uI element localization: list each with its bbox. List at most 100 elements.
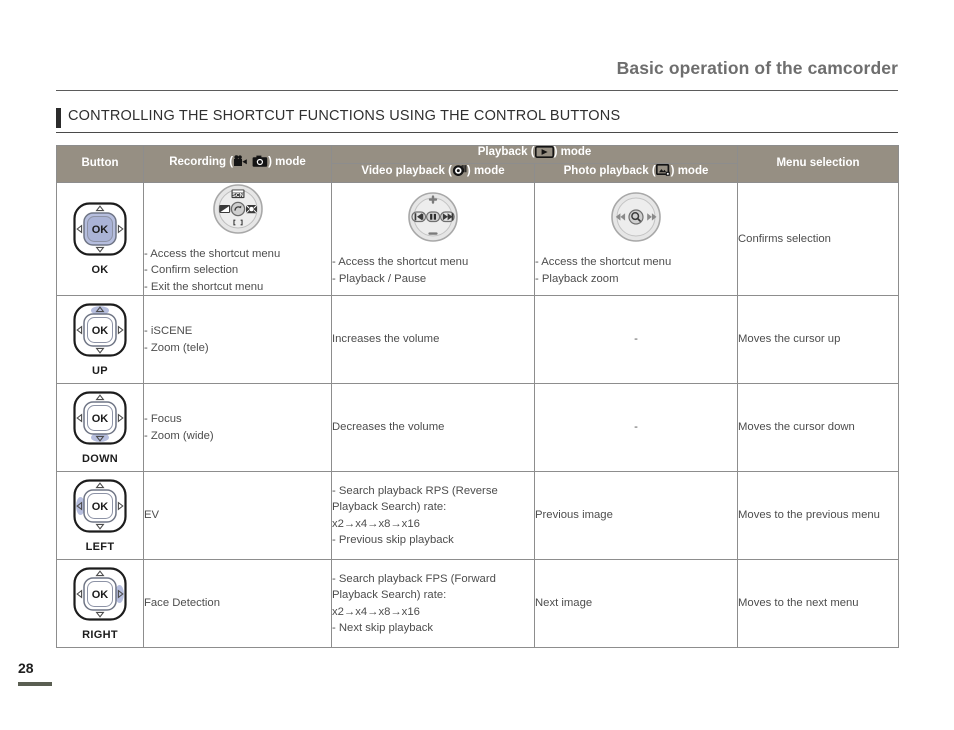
cell-text: EV [144,509,160,522]
video-playback-icon [452,164,467,180]
table-row: OK OK SCN - Access the shortcut menu - C… [56,181,900,297]
cell-recording: - Focus - Zoom (wide) [143,383,332,473]
svg-text:OK: OK [92,224,109,236]
section-title: CONTROLLING THE SHORTCUT FUNCTIONS USING… [68,108,621,124]
cell-text: - Access the shortcut menu - Playback zo… [535,256,672,285]
header-photo-playback-pre: Photo playback ( [563,164,656,177]
cell-menu_selection: Moves to the next menu [737,559,900,649]
table-body: OK OK SCN - Access the shortcut menu - C… [56,181,900,649]
header-photo-playback-mode: Photo playback ( ) mode [533,162,739,183]
header-recording-post: ) mode [268,155,306,168]
svg-text:OK: OK [92,589,109,601]
cell-photo_playback: Next image [533,559,739,649]
cell-text: - Access the shortcut menu - Confirm sel… [144,247,281,293]
cell-video_playback: - Search playback RPS (Reverse Playback … [331,471,535,561]
button-dial-cell-right: OK RIGHT [56,559,144,649]
button-name-label: OK [91,264,109,277]
movie-camera-icon [233,155,249,171]
cell-recording: Face Detection [143,559,332,649]
cell-video_playback: Increases the volume [331,295,535,385]
cell-text: Moves to the previous menu [738,509,880,522]
control-dial-ok-right-icon: OK [57,566,143,627]
cell-video_playback: - Access the shortcut menu - Playback / … [331,181,535,297]
cell-text: - Search playback RPS (Reverse Playback … [332,484,498,546]
cell-text: - Focus - Zoom (wide) [144,413,214,442]
header-recording-pre: Recording ( [169,155,234,168]
header-video-playback-mode: Video playback ( ) mode [331,162,535,183]
cell-text: - [634,333,638,346]
cell-video_playback: Decreases the volume [331,383,535,473]
header-playback-pre: Playback ( [477,146,535,158]
header-button: Button [56,145,144,183]
cell-text: Confirms selection [738,232,831,245]
button-dial-cell-down: OK DOWN [56,383,144,473]
button-dial-cell-ok: OK OK [56,181,144,297]
cell-text: - Search playback FPS (Forward Playback … [332,572,496,634]
cell-menu_selection: Confirms selection [737,181,900,297]
svg-text:OK: OK [92,325,109,337]
cell-video_playback: - Search playback FPS (Forward Playback … [331,559,535,649]
section-rule [56,132,898,133]
cell-menu_selection: Moves the cursor down [737,383,900,473]
cell-text: Moves the cursor up [738,333,841,346]
cell-menu_selection: Moves the cursor up [737,295,900,385]
cell-recording: - iSCENE - Zoom (tele) [143,295,332,385]
table-row: OK UP - iSCENE - Zoom (tele) Increases the… [56,295,900,385]
cell-recording: EV [143,471,332,561]
video-shortcut-dial-icon [332,191,534,248]
button-name-label: LEFT [85,541,115,554]
cell-menu_selection: Moves to the previous menu [737,471,900,561]
manual-page: Basic operation of the camcorder CONTROL… [0,0,954,730]
shortcut-functions-table: Button Recording ( ) mode Playback ( ) mod… [56,145,900,649]
control-dial-ok-center-icon: OK [57,201,143,262]
header-video-playback-pre: Video playback ( [361,164,452,177]
svg-text:OK: OK [92,413,109,425]
cell-photo_playback: Previous image [533,471,739,561]
cell-text: - [634,421,638,434]
running-head: Basic operation of the camcorder [616,58,898,78]
cell-text: Previous image [535,509,613,522]
cell-text: Next image [535,597,593,610]
section-accent-bar [56,108,61,128]
button-name-label: UP [92,365,108,378]
header-video-playback-post: ) mode [466,164,505,177]
control-dial-ok-up-icon: OK [57,302,143,363]
running-head-rule [56,90,898,91]
cell-text: Increases the volume [332,333,440,346]
button-name-label: RIGHT [82,629,118,642]
photo-shortcut-dial-icon [535,191,737,248]
header-photo-playback-post: ) mode [670,164,709,177]
table-row: OK RIGHT Face Detection - Search playback… [56,559,900,649]
still-camera-icon [252,155,268,171]
svg-text:OK: OK [92,501,109,513]
photo-playback-icon [655,163,671,180]
cell-text: Moves the cursor down [738,421,855,434]
svg-text:SCN: SCN [232,193,243,199]
play-mode-icon [534,146,554,161]
table-header-row-1: Button Recording ( ) mode Playback ( ) mod… [56,145,900,183]
table-row: OK LEFT EV - Search playback RPS (Reverse… [56,471,900,561]
cell-text: - iSCENE - Zoom (tele) [144,325,209,354]
button-dial-cell-up: OK UP [56,295,144,385]
button-dial-cell-left: OK LEFT [56,471,144,561]
section-heading: CONTROLLING THE SHORTCUT FUNCTIONS USING… [56,108,898,132]
header-recording-mode: Recording ( ) mode [143,145,332,183]
cell-photo_playback: - [533,295,739,385]
page-number: 28 [18,660,34,676]
table-row: OK DOWN - Focus - Zoom (wide) Decreases th… [56,383,900,473]
page-number-rule [18,682,52,686]
cell-photo_playback: - [533,383,739,473]
cell-photo_playback: - Access the shortcut menu - Playback zo… [533,181,739,297]
cell-text: - Access the shortcut menu - Playback / … [332,256,469,285]
header-playback-post: ) mode [553,146,592,158]
cell-text: Face Detection [144,597,220,610]
cell-recording: SCN - Access the shortcut menu - Confirm… [143,181,332,297]
cell-text: Decreases the volume [332,421,445,434]
header-playback-mode: Playback ( ) mode [330,145,739,164]
cell-text: Moves to the next menu [738,597,859,610]
button-name-label: DOWN [81,453,119,466]
record-shortcut-dial-icon: SCN [144,183,331,240]
control-dial-ok-left-icon: OK [57,478,143,539]
control-dial-ok-down-icon: OK [57,390,143,451]
header-menu-selection: Menu selection [737,145,900,183]
